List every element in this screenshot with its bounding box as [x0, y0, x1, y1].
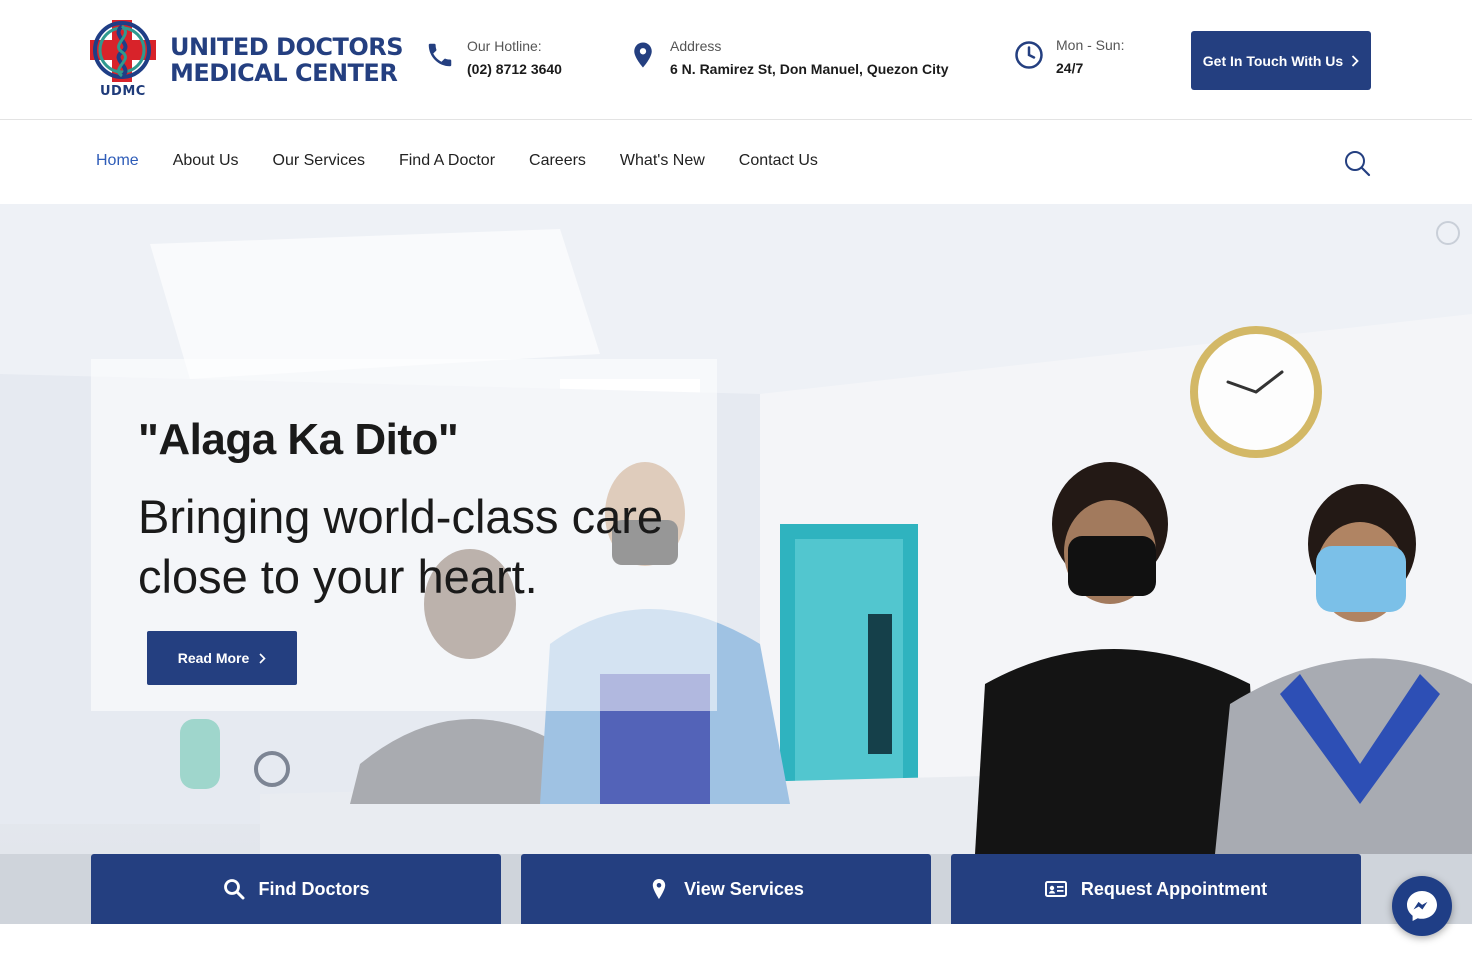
hotline-info: Our Hotline: (02) 8712 3640	[425, 36, 605, 86]
logo-name: UNITED DOCTORS MEDICAL CENTER	[170, 33, 404, 87]
messenger-icon	[1407, 891, 1437, 921]
chevron-right-icon	[1352, 54, 1359, 67]
address-info: Address 6 N. Ramirez St, Don Manuel, Que…	[628, 36, 968, 86]
nav-item-contact-us[interactable]: Contact Us	[739, 152, 818, 170]
search-icon	[223, 879, 244, 900]
hotline-number[interactable]: (02) 8712 3640	[467, 61, 562, 77]
logo-abbreviation: UDMC	[100, 84, 146, 99]
find-doctors-label: Find Doctors	[258, 878, 370, 899]
nav-item-find-a-doctor[interactable]: Find A Doctor	[399, 152, 495, 170]
nav-item-careers[interactable]: Careers	[529, 152, 586, 170]
clock-icon	[1015, 41, 1043, 69]
address-label: Address	[670, 38, 722, 54]
top-header: UDMC UNITED DOCTORS MEDICAL CENTER Our H…	[0, 0, 1472, 120]
hero-subtitle: Bringing world-class care close to your …	[138, 490, 664, 603]
nav-menu: Home About Us Our Services Find A Doctor…	[96, 152, 818, 170]
logo-name-line1: UNITED DOCTORS	[170, 33, 404, 61]
nav-item-whats-new[interactable]: What's New	[620, 152, 705, 170]
hero-slider: "Alaga Ka Dito" Bringing world-class car…	[0, 204, 1472, 924]
slider-loading-indicator	[1436, 221, 1460, 245]
main-nav: Home About Us Our Services Find A Doctor…	[0, 121, 1472, 204]
hours-label: Mon - Sun:	[1056, 37, 1125, 53]
nav-item-home[interactable]: Home	[96, 152, 139, 170]
chevron-right-icon	[259, 652, 266, 664]
hours-value: 24/7	[1056, 60, 1084, 76]
nav-item-our-services[interactable]: Our Services	[273, 152, 365, 170]
address-value: 6 N. Ramirez St, Don Manuel, Quezon City	[670, 61, 949, 77]
hotline-label: Our Hotline:	[467, 38, 542, 54]
read-more-label: Read More	[177, 650, 250, 666]
find-doctors-button[interactable]: Find Doctors	[91, 854, 501, 924]
request-appointment-label: Request Appointment	[1080, 878, 1268, 899]
hero-title: "Alaga Ka Dito"	[138, 415, 459, 464]
messenger-chat-button[interactable]	[1392, 876, 1452, 936]
id-card-icon	[1044, 881, 1067, 897]
hero-caption: "Alaga Ka Dito" Bringing world-class car…	[91, 359, 717, 711]
nav-item-about-us[interactable]: About Us	[173, 152, 239, 170]
view-services-label: View Services	[684, 878, 804, 899]
logo-name-line2: MEDICAL CENTER	[170, 59, 398, 87]
site-logo[interactable]: UDMC UNITED DOCTORS MEDICAL CENTER	[88, 18, 408, 104]
get-in-touch-button[interactable]: Get In Touch With Us	[1191, 31, 1371, 90]
hours-info: Mon - Sun: 24/7	[1014, 36, 1164, 86]
read-more-button[interactable]: Read More	[147, 631, 297, 685]
get-in-touch-label: Get In Touch With Us	[1202, 52, 1344, 69]
request-appointment-button[interactable]: Request Appointment	[951, 854, 1361, 924]
phone-icon	[428, 43, 452, 67]
map-pin-icon	[634, 42, 652, 68]
view-services-button[interactable]: View Services	[521, 854, 931, 924]
map-pin-icon	[652, 879, 666, 899]
search-icon[interactable]	[1343, 149, 1371, 177]
